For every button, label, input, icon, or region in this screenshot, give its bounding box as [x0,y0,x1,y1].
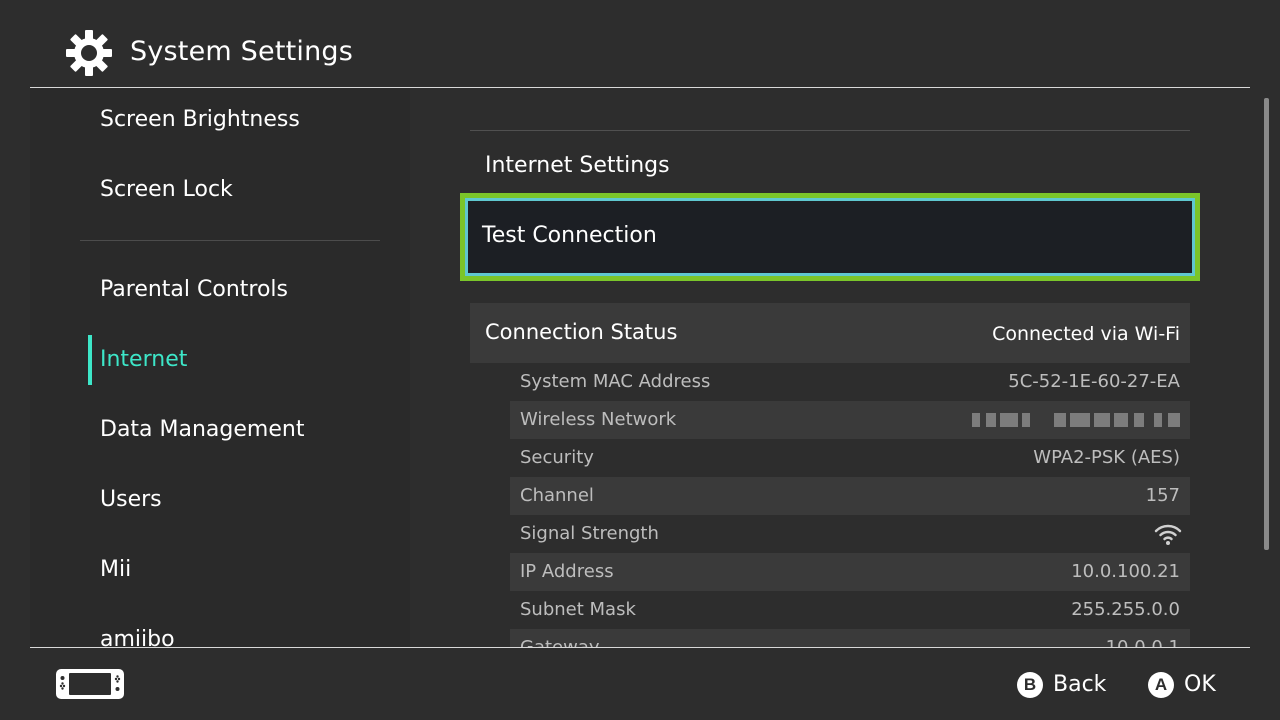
sidebar-item-screen-lock[interactable]: Screen Lock [100,175,233,205]
sidebar-item-screen-brightness[interactable]: Screen Brightness [100,105,300,135]
console-icon [55,668,125,700]
sidebar-item-mii[interactable]: Mii [100,555,131,585]
connection-status-label: Connection Status [485,320,678,344]
sidebar-item-users[interactable]: Users [100,485,162,515]
ok-label: OK [1184,672,1216,697]
ok-button[interactable]: A OK [1148,669,1228,701]
sidebar: Screen Brightness Screen Lock Parental C… [30,88,410,647]
detail-label: Security [520,447,594,468]
sidebar-item-amiibo[interactable]: amiibo [100,625,175,647]
connection-status-row: Connection Status Connected via Wi-Fi [470,303,1190,363]
detail-row-ip-address: IP Address 10.0.100.21 [510,553,1190,591]
detail-label: IP Address [520,561,614,582]
section-divider [470,130,1190,131]
detail-label: System MAC Address [520,371,711,392]
internet-settings-panel: Internet Settings Test Connection Connec… [410,88,1280,647]
back-label: Back [1053,672,1107,697]
wifi-signal-icon [1154,522,1182,546]
detail-label: Signal Strength [520,523,659,544]
detail-value: 255.255.0.0 [1071,599,1180,620]
sidebar-item-internet[interactable]: Internet [100,345,187,375]
b-button-icon: B [1017,672,1043,698]
gear-icon [64,28,114,78]
detail-label: Gateway [520,635,600,647]
test-connection-button[interactable]: Test Connection [460,193,1200,281]
detail-value: 157 [1145,485,1180,506]
internet-settings-item[interactable]: Internet Settings [485,150,670,182]
detail-row-mac-address: System MAC Address 5C-52-1E-60-27-EA [510,363,1190,401]
page-title: System Settings [130,36,354,67]
test-connection-label: Test Connection [482,223,657,248]
header: System Settings [0,0,1280,88]
a-button-icon: A [1148,672,1174,698]
detail-row-signal-strength: Signal Strength [510,515,1190,553]
detail-row-security: Security WPA2-PSK (AES) [510,439,1190,477]
scrollbar[interactable] [1264,98,1269,550]
detail-row-wireless-network: Wireless Network [510,401,1190,439]
detail-label: Channel [520,485,594,506]
detail-row-gateway: Gateway 10.0.0.1 [510,629,1190,647]
detail-label: Wireless Network [520,409,677,430]
connection-status-value: Connected via Wi-Fi [992,323,1180,345]
system-settings-screen: System Settings Screen Brightness Screen… [0,0,1280,720]
detail-value: WPA2-PSK (AES) [1033,447,1180,468]
sidebar-active-indicator [88,335,92,385]
detail-value: 5C-52-1E-60-27-EA [1008,371,1180,392]
sidebar-divider [80,240,380,241]
detail-row-channel: Channel 157 [510,477,1190,515]
detail-value: 10.0.0.1 [1106,635,1180,647]
obscured-network-name [972,413,1182,429]
detail-row-subnet-mask: Subnet Mask 255.255.0.0 [510,591,1190,629]
back-button[interactable]: B Back [1017,669,1117,701]
detail-value: 10.0.100.21 [1071,561,1180,582]
footer: B Back A OK [0,648,1280,720]
detail-label: Subnet Mask [520,599,636,620]
sidebar-item-parental-controls[interactable]: Parental Controls [100,275,288,305]
sidebar-item-data-management[interactable]: Data Management [100,415,304,445]
